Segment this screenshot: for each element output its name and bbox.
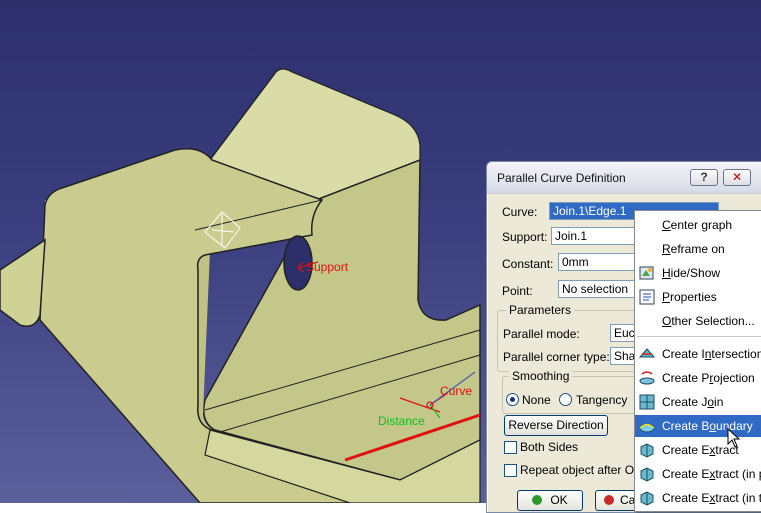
smoothing-none-label: None (522, 393, 551, 407)
boundary-icon (639, 423, 655, 433)
menu-item-create-join[interactable]: Create Join (635, 391, 761, 413)
projection-icon (639, 371, 655, 385)
menu-item-create-extract-in-p[interactable]: Create Extract (in p (635, 463, 761, 485)
intersection-icon (638, 348, 656, 358)
distance-annotation: Distance (378, 414, 425, 428)
ok-label: OK (550, 493, 568, 507)
both-sides-checkbox[interactable] (504, 441, 517, 454)
dialog-titlebar[interactable]: Parallel Curve Definition ? ✕ (487, 162, 761, 194)
parallel-mode-label: Parallel mode: (503, 327, 580, 341)
menu-item-other-selection[interactable]: Other Selection... (635, 310, 761, 332)
curve-label: Curve: (502, 205, 538, 219)
properties-icon (639, 289, 655, 305)
smoothing-tangency-radio[interactable] (559, 393, 572, 406)
menu-item-reframe-on[interactable]: Reframe on (635, 238, 761, 260)
menu-item-properties[interactable]: Properties (635, 286, 761, 308)
context-menu: Center graph Reframe on Hide/Show Proper… (634, 210, 761, 512)
menu-item-create-extract[interactable]: Create Extract (635, 439, 761, 461)
hide-show-icon (639, 266, 654, 280)
support-label: Support: (502, 230, 548, 244)
dialog-title: Parallel Curve Definition (497, 171, 626, 185)
repeat-object-label: Repeat object after OK (520, 463, 643, 477)
help-button[interactable]: ? (690, 169, 718, 186)
mouse-cursor-icon (727, 428, 741, 448)
menu-item-create-boundary[interactable]: Create Boundary (635, 415, 761, 437)
menu-item-label: Create Projection (662, 371, 755, 385)
support-annotation: Support (306, 260, 349, 274)
parameters-title: Parameters (506, 303, 575, 317)
menu-item-label: Reframe on (662, 242, 725, 256)
menu-item-label: Create Intersection (662, 347, 761, 361)
menu-item-center-graph[interactable]: Center graph (635, 214, 761, 236)
both-sides-label: Both Sides (520, 440, 579, 454)
menu-item-label: Create Join (662, 395, 724, 409)
menu-item-create-projection[interactable]: Create Projection (635, 367, 761, 389)
menu-separator (637, 336, 761, 337)
curve-annotation: Curve (440, 384, 473, 398)
point-label: Point: (502, 284, 533, 298)
menu-item-label: Create Extract (in p (662, 467, 761, 481)
menu-item-label: Other Selection... (662, 314, 755, 328)
extract-icon (640, 491, 654, 506)
ok-button[interactable]: OK (517, 490, 583, 511)
repeat-object-checkbox[interactable] (504, 464, 517, 477)
menu-item-label: Center graph (662, 218, 733, 232)
corner-type-label: Parallel corner type: (503, 350, 610, 364)
cancel-icon (604, 495, 614, 505)
menu-item-hide-show[interactable]: Hide/Show (635, 262, 761, 284)
constant-label: Constant: (502, 257, 554, 271)
menu-item-label: Properties (662, 290, 717, 304)
reverse-direction-button[interactable]: Reverse Direction (504, 415, 608, 436)
close-button[interactable]: ✕ (723, 169, 751, 186)
smoothing-none-radio[interactable] (506, 393, 519, 406)
menu-item-create-extract-in-ta[interactable]: Create Extract (in ta (635, 487, 761, 509)
extract-icon (640, 467, 654, 482)
ok-icon (532, 495, 543, 505)
smoothing-title: Smoothing (509, 369, 573, 383)
menu-item-create-intersection[interactable]: Create Intersection (635, 343, 761, 365)
smoothing-tangency-label: Tangency (576, 393, 628, 407)
menu-item-label: Hide/Show (662, 266, 721, 280)
join-icon (639, 394, 655, 410)
extract-icon (640, 443, 654, 458)
